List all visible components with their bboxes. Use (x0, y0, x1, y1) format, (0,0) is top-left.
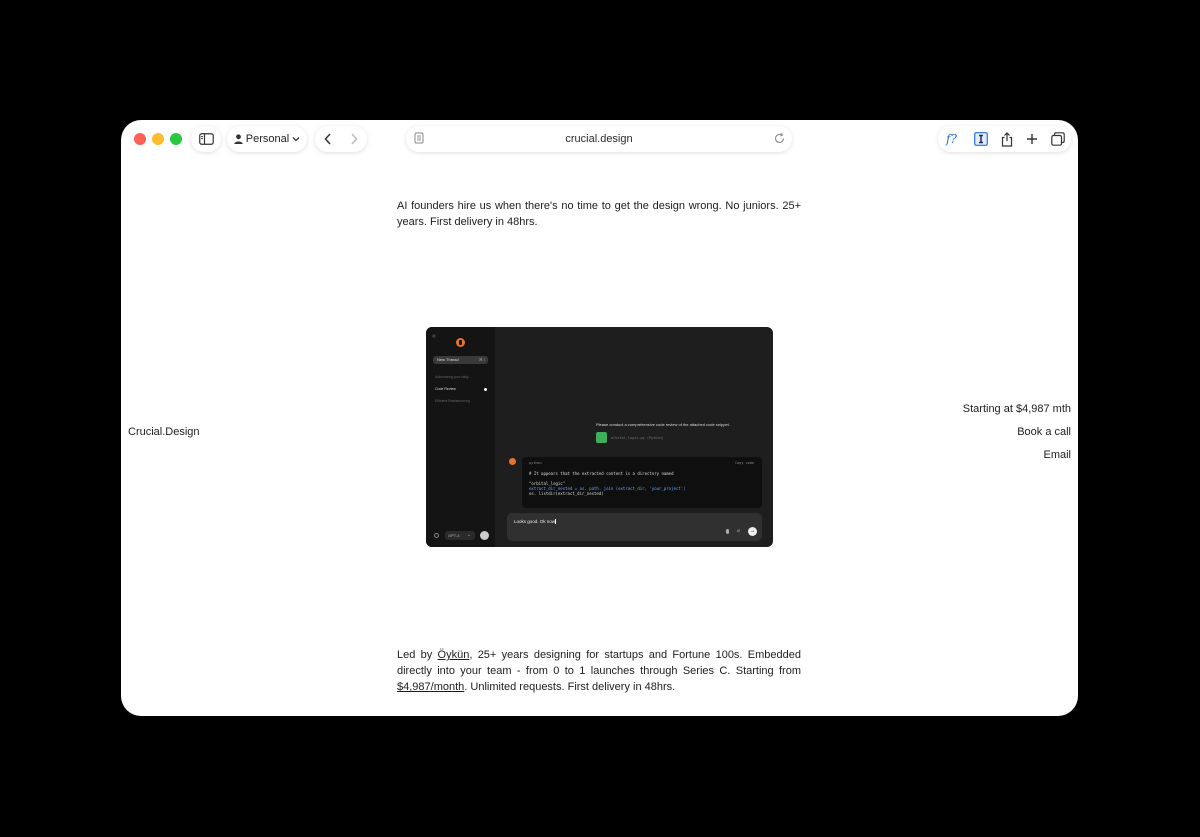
mock-code-text: # It appears that the extracted content … (529, 471, 686, 496)
mock-file-name: orbital_logic.py (Python) (611, 436, 664, 440)
mock-avatar (480, 531, 489, 540)
sidebar-toggle-button[interactable] (191, 126, 221, 152)
mock-mic-icon (726, 529, 729, 534)
code-line: # It appears that the extracted content … (529, 471, 674, 476)
svg-text:f?: f? (945, 132, 957, 146)
intro-paragraph: AI founders hire us when there's no time… (397, 200, 801, 228)
profile-label: Personal (245, 133, 290, 145)
about-text: Led by (397, 649, 438, 661)
mock-thread-item: Automating your daily ... (435, 375, 473, 379)
about-paragraph: Led by Öykün, 25+ years designing for st… (397, 647, 801, 695)
mock-assistant-icon (509, 458, 516, 465)
product-screenshot: « New Thread ⌘ I Automating your daily .… (426, 327, 773, 547)
mock-thread-item-active: Code Review (435, 387, 456, 391)
pricing-inline-link[interactable]: $4,987/month (397, 681, 464, 693)
toolbar-actions: f? (938, 126, 1071, 152)
forward-icon[interactable] (350, 133, 358, 145)
about-text: . Unlimited requests. First delivery in … (464, 681, 676, 693)
share-icon[interactable] (1001, 131, 1013, 147)
back-icon[interactable] (324, 133, 332, 145)
mock-input-text: Looks good. Ok now (514, 519, 556, 524)
collapse-icon: « (432, 333, 436, 340)
browser-toolbar: Personal crucial.design f? (121, 120, 1078, 158)
zoom-window-button[interactable] (170, 133, 182, 145)
tab-overview-icon[interactable] (1050, 132, 1065, 146)
person-icon (234, 134, 243, 144)
address-bar[interactable]: crucial.design (406, 126, 792, 152)
url-text: crucial.design (565, 133, 633, 145)
sidebar-icon (198, 133, 214, 145)
brand-link[interactable]: Crucial.Design (128, 426, 200, 438)
mock-user-message: Please conduct a comprehensive code revi… (596, 422, 730, 427)
mock-chevron-down-icon: ⌄ (467, 532, 472, 538)
mock-logo (456, 338, 465, 347)
mock-settings-icon (434, 533, 439, 538)
mock-file-icon (596, 432, 607, 443)
mock-chat-input: Looks good. Ok now ⌀ → (507, 513, 762, 541)
browser-window: Personal crucial.design f? AI founders h… (121, 120, 1078, 716)
mock-shortcut: ⌘ I (478, 357, 485, 362)
new-tab-icon[interactable] (1026, 133, 1038, 145)
mock-code-language: python (529, 461, 542, 465)
mock-sidebar: « New Thread ⌘ I Automating your daily .… (426, 327, 495, 547)
mock-new-thread-label: New Thread (437, 357, 459, 362)
mock-send-icon: → (748, 527, 757, 536)
book-call-link[interactable]: Book a call (963, 425, 1071, 448)
mock-copy-code: Copy code (735, 461, 754, 465)
mock-attach-icon: ⌀ (737, 528, 741, 534)
mock-thread-item: Efficient Brainstorming (435, 399, 470, 403)
page-menu-icon[interactable] (414, 132, 425, 145)
mock-active-dot (484, 388, 487, 391)
navigation-buttons (315, 126, 367, 152)
web-page: AI founders hire us when there's no time… (121, 158, 1078, 716)
reader-extension-icon[interactable] (973, 132, 988, 146)
chevron-down-icon (292, 137, 300, 142)
side-links: Starting at $4,987 mth Book a call Email (963, 402, 1071, 471)
email-link[interactable]: Email (963, 448, 1071, 471)
mock-new-thread-button: New Thread ⌘ I (433, 356, 488, 364)
founder-link[interactable]: Öykün (438, 649, 470, 661)
pricing-link[interactable]: Starting at $4,987 mth (963, 402, 1071, 425)
minimize-window-button[interactable] (152, 133, 164, 145)
profile-selector[interactable]: Personal (227, 126, 307, 152)
mock-code-block: python Copy code # It appears that the e… (522, 457, 762, 508)
function-extension-icon[interactable]: f? (945, 132, 961, 146)
reload-icon[interactable] (773, 132, 786, 145)
code-line: os. listdir(extract_dir_nested) (529, 491, 604, 496)
close-window-button[interactable] (134, 133, 146, 145)
